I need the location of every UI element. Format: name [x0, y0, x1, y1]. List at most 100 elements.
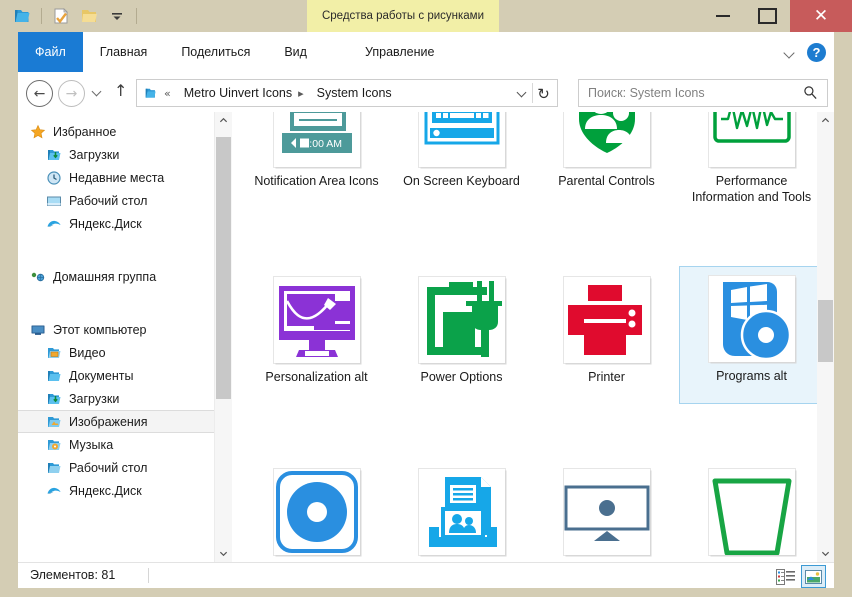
- grid-item-on-screen-keyboard[interactable]: On Screen Keyboard: [389, 112, 534, 189]
- breadcrumb-item-parent[interactable]: Metro Uinvert Icons: [184, 86, 292, 100]
- grid-item-printer[interactable]: Printer: [534, 270, 679, 385]
- grid-item-personalization-alt[interactable]: Personalization alt: [244, 270, 389, 385]
- thumbnail: [416, 112, 508, 170]
- grid-item-notification-area-icons[interactable]: 0:00 AM Notification Area Icons: [244, 112, 389, 189]
- maximize-button[interactable]: [745, 0, 790, 32]
- grid-item-remote-desktop[interactable]: [534, 462, 679, 561]
- sidebar-item-label: Рабочий стол: [69, 460, 148, 475]
- address-dropdown-icon[interactable]: [517, 87, 529, 99]
- on-screen-keyboard-thumbnail: [418, 112, 505, 167]
- sidebar-scrollbar-thumb[interactable]: [216, 137, 231, 399]
- programs-alt-thumbnail: [708, 276, 795, 362]
- breadcrumb-item-current[interactable]: System Icons: [317, 86, 392, 100]
- yandex-disk-icon: [46, 216, 62, 232]
- downloads-folder-icon: [46, 147, 62, 163]
- item-caption: Programs alt: [716, 369, 787, 383]
- content-scroll-down-button[interactable]: [817, 545, 834, 562]
- sidebar-item-label: Загрузки: [69, 391, 120, 406]
- details-view-icon: [775, 568, 795, 585]
- grid-item-disc-blue[interactable]: [244, 462, 389, 561]
- grid-item-public-folder[interactable]: [389, 462, 534, 561]
- performance-information-thumbnail: [708, 112, 795, 167]
- yandex-disk-icon: [46, 483, 62, 499]
- item-caption: Printer: [588, 370, 625, 384]
- thumbnail: [561, 112, 653, 170]
- item-caption: On Screen Keyboard: [403, 174, 520, 188]
- thumbnail: [561, 466, 653, 558]
- recent-locations-dropdown-icon[interactable]: [92, 86, 104, 98]
- refresh-icon[interactable]: ↻: [534, 84, 553, 103]
- content-scroll-up-button[interactable]: [817, 112, 834, 129]
- search-input[interactable]: Поиск: System Icons: [588, 86, 705, 100]
- tab-view[interactable]: Вид: [267, 32, 324, 72]
- minimize-button[interactable]: [700, 0, 745, 32]
- music-folder-icon: [46, 437, 62, 453]
- items-view[interactable]: 0:00 AM Notification Area Icons On Scree…: [232, 112, 817, 562]
- forward-button[interactable]: →: [58, 80, 85, 107]
- item-caption: Personalization alt: [265, 370, 368, 384]
- minimize-icon: [715, 15, 730, 17]
- file-explorer-window: System Icons Средства работы с рисунками…: [0, 0, 852, 597]
- sidebar-item-music[interactable]: Музыка: [18, 433, 214, 456]
- sidebar-item-recent-places[interactable]: Недавние места: [18, 166, 214, 189]
- sidebar-scroll-down-button[interactable]: [215, 545, 232, 562]
- sidebar-item-downloads-fav[interactable]: Загрузки: [18, 143, 214, 166]
- sidebar-item-yandex-disk-fav[interactable]: Яндекс.Диск: [18, 212, 214, 235]
- large-icons-view-button[interactable]: [801, 565, 826, 588]
- item-caption: Performance Information and Tools: [691, 174, 812, 204]
- sidebar-item-label: Изображения: [69, 414, 148, 429]
- sidebar-item-label: Этот компьютер: [53, 322, 147, 337]
- downloads-folder-icon: [46, 391, 62, 407]
- svg-text:0:00 AM: 0:00 AM: [303, 138, 342, 150]
- video-folder-icon: [46, 345, 62, 361]
- public-folder-thumbnail: [418, 469, 505, 555]
- sidebar-item-yandex-disk[interactable]: Яндекс.Диск: [18, 479, 214, 502]
- address-bar[interactable]: « Metro Uinvert Icons ▸ System Icons ↻: [136, 79, 558, 107]
- help-icon[interactable]: ?: [807, 42, 826, 62]
- sidebar-item-label: Видео: [69, 345, 106, 360]
- grid-item-parental-controls[interactable]: Parental Controls: [534, 112, 679, 189]
- tab-home[interactable]: Главная: [83, 32, 165, 72]
- grid-item-programs-alt[interactable]: Programs alt: [679, 266, 817, 404]
- window-frame-right: [834, 32, 852, 588]
- breadcrumb-separator[interactable]: ▸: [298, 87, 304, 100]
- sidebar-item-desktop-fav[interactable]: Рабочий стол: [18, 189, 214, 212]
- sidebar-item-desktop[interactable]: Рабочий стол: [18, 456, 214, 479]
- sidebar-spacer-2b: [18, 303, 214, 318]
- sidebar-item-documents[interactable]: Документы: [18, 364, 214, 387]
- sidebar-item-label: Недавние места: [69, 170, 165, 185]
- tab-manage[interactable]: Управление: [340, 32, 460, 72]
- notification-area-icons-thumbnail: 0:00 AM: [273, 112, 360, 167]
- grid-item-power-options[interactable]: Power Options: [389, 270, 534, 385]
- sidebar-item-downloads[interactable]: Загрузки: [18, 387, 214, 410]
- grid-item-performance-information[interactable]: Performance Information and Tools: [679, 112, 817, 205]
- close-button[interactable]: ✕: [790, 0, 852, 32]
- content-scrollbar-thumb[interactable]: [818, 300, 833, 362]
- sidebar-group-favorites[interactable]: Избранное: [18, 120, 214, 143]
- chevron-down-icon[interactable]: [784, 46, 797, 59]
- sidebar-scroll-up-button[interactable]: [215, 112, 232, 129]
- content-scrollbar[interactable]: [817, 112, 834, 562]
- details-view-button[interactable]: [774, 566, 797, 587]
- tab-share[interactable]: Поделиться: [164, 32, 267, 72]
- sidebar-scrollbar[interactable]: [214, 112, 232, 562]
- address-folder-icon: [143, 86, 158, 101]
- sidebar-item-label: Избранное: [53, 124, 117, 139]
- thumbnail: [416, 274, 508, 366]
- back-button[interactable]: ←: [26, 80, 53, 107]
- up-button[interactable]: ↑: [114, 83, 127, 99]
- grid-item-recycle-bin-empty[interactable]: [679, 462, 817, 561]
- thumbnail: [271, 274, 363, 366]
- explorer-body: Избранное Загрузки Недавние места Рабочи…: [18, 112, 834, 562]
- maximize-icon: [758, 8, 777, 24]
- search-box[interactable]: Поиск: System Icons: [578, 79, 828, 107]
- tab-file[interactable]: Файл: [18, 32, 83, 72]
- status-bar: Элементов: 81: [18, 562, 834, 589]
- sidebar-item-pictures[interactable]: Изображения: [18, 410, 214, 433]
- sidebar-item-video[interactable]: Видео: [18, 341, 214, 364]
- sidebar-group-this-pc[interactable]: Этот компьютер: [18, 318, 214, 341]
- computer-icon: [30, 322, 46, 338]
- sidebar-group-homegroup[interactable]: Домашняя группа: [18, 265, 214, 288]
- search-icon[interactable]: [803, 85, 818, 100]
